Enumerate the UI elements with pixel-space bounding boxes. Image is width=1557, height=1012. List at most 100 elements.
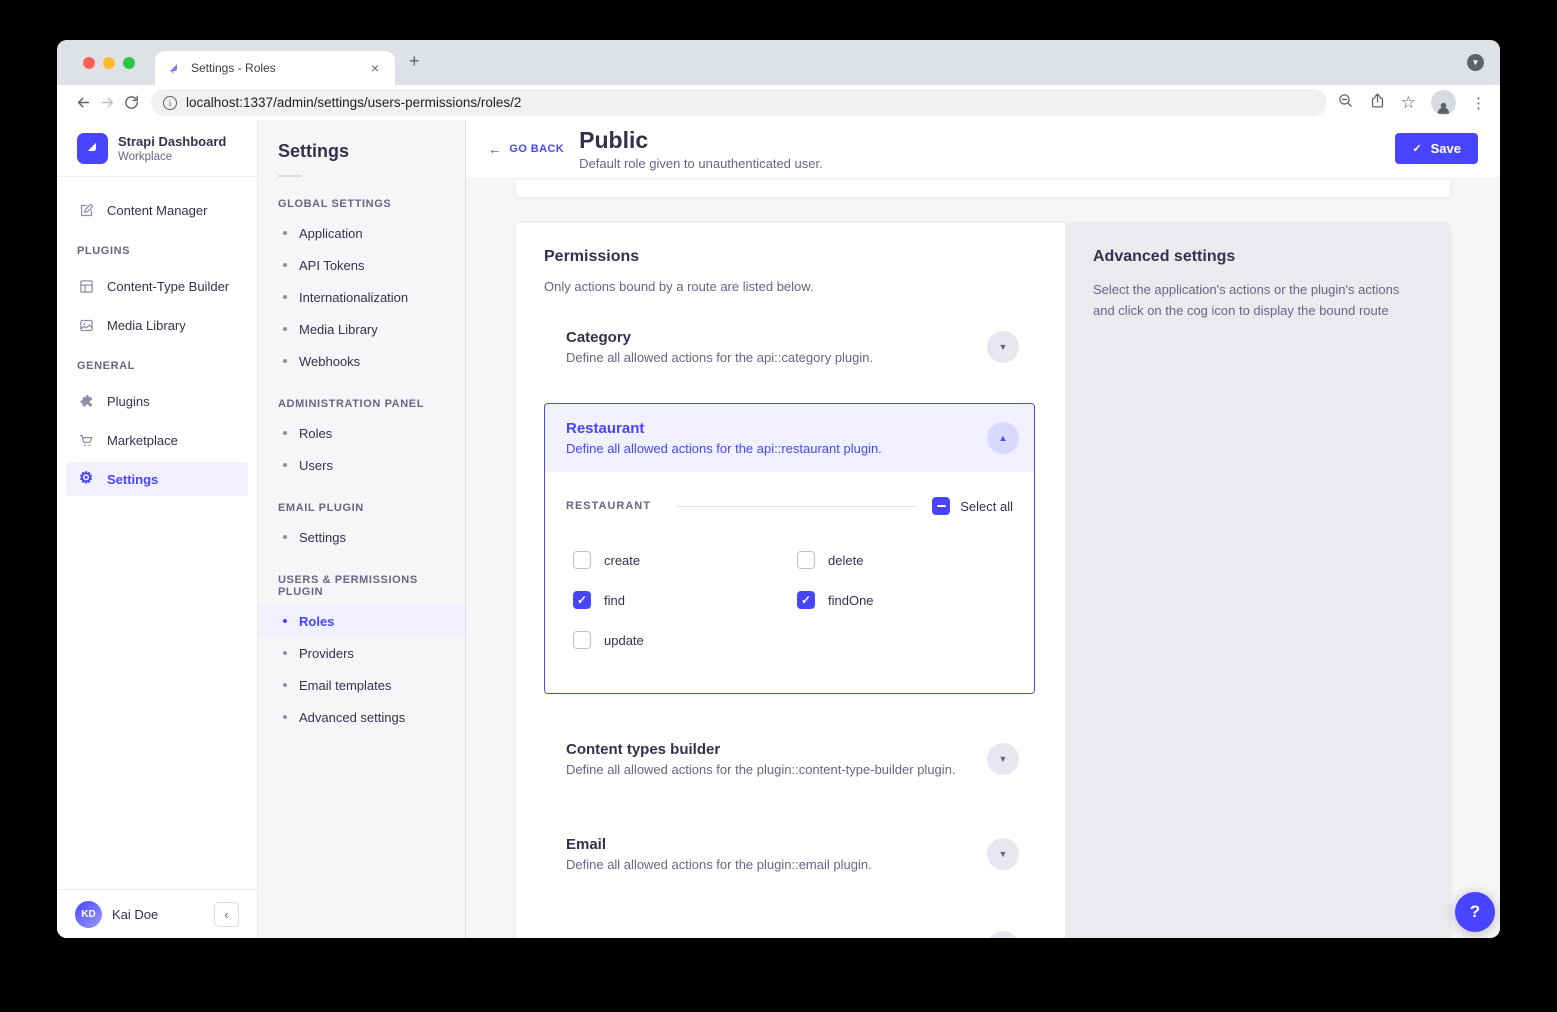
browser-toolbar: i localhost:1337/admin/settings/users-pe… [57,85,1500,120]
sidebar-item-admin-users[interactable]: Users [258,449,465,481]
chevron-down-icon[interactable]: ▼ [987,931,1019,938]
accordion-restaurant-header[interactable]: Restaurant Define all allowed actions fo… [545,404,1034,472]
sidebar-item-application[interactable]: Application [258,217,465,249]
save-button-label: Save [1431,141,1461,156]
user-name: Kai Doe [112,907,204,922]
workspace-switcher[interactable]: Strapi Dashboard Workplace [57,120,257,177]
sidebar-item-content-manager[interactable]: Content Manager [57,193,257,227]
sidebar-item-label: Content-Type Builder [107,279,229,294]
sidebar-section-general: GENERAL [57,360,257,372]
advanced-settings-description: Select the application's actions or the … [1093,280,1422,322]
tab-close-icon[interactable]: × [367,59,383,77]
subnav-item-label: API Tokens [299,258,365,273]
select-all-label: Select all [960,499,1013,514]
permission-update: update [573,631,797,649]
address-bar[interactable]: i localhost:1337/admin/settings/users-pe… [151,89,1327,116]
update-checkbox[interactable] [573,631,591,649]
sidebar-item-email-templates[interactable]: Email templates [258,669,465,701]
forward-icon[interactable] [95,94,119,111]
advanced-settings-panel: Advanced settings Select the application… [1065,223,1450,938]
sidebar-item-email-settings[interactable]: Settings [258,521,465,553]
search-tabs-button[interactable]: ▼ [1467,54,1484,71]
go-back-link[interactable]: ← GO BACK [488,141,564,157]
share-icon[interactable] [1369,92,1386,114]
permissions-card: Permissions Only actions bound by a rout… [516,223,1450,938]
sidebar-item-internationalization[interactable]: Internationalization [258,281,465,313]
help-button[interactable]: ? [1455,892,1495,932]
sidebar-item-label: Content Manager [107,203,207,218]
page-header: ← GO BACK Public Default role given to u… [466,120,1500,177]
accordion-category[interactable]: Category Define all allowed actions for … [544,329,1035,365]
window-close-button[interactable] [83,57,95,69]
permissions-panel: Permissions Only actions bound by a rout… [516,223,1065,938]
avatar[interactable]: KD [75,901,102,928]
sidebar-item-up-roles[interactable]: Roles [258,605,465,637]
sidebar-item-marketplace[interactable]: Marketplace [57,423,257,457]
sidebar-item-settings[interactable]: ⚙ Settings [66,462,248,496]
toolbar-actions: ☆ ⋮ [1337,90,1486,115]
site-info-icon[interactable]: i [163,96,177,110]
create-checkbox[interactable] [573,551,591,569]
checkbox-label: findOne [828,593,874,608]
accordion-content-types-builder[interactable]: Content types builder Define all allowed… [544,741,1035,777]
collapse-sidebar-button[interactable]: ‹ [214,902,239,927]
accordion-i18n[interactable]: i18n ▼ [544,931,1035,938]
bullet-icon [283,651,287,655]
window-minimize-button[interactable] [103,57,115,69]
zoom-out-icon[interactable] [1337,92,1354,114]
save-button[interactable]: ✓ Save [1395,133,1478,164]
chevron-down-icon[interactable]: ▼ [987,331,1019,363]
main-content: ← GO BACK Public Default role given to u… [466,120,1500,938]
bullet-icon [283,463,287,467]
reload-icon[interactable] [119,94,143,111]
window-controls [83,57,135,69]
find-checkbox[interactable]: ✓ [573,591,591,609]
sidebar-item-advanced-settings[interactable]: Advanced settings [258,701,465,733]
sidebar-item-admin-roles[interactable]: Roles [258,417,465,449]
advanced-settings-title: Advanced settings [1093,248,1422,266]
layout-icon [77,277,95,295]
back-icon[interactable] [71,94,95,111]
divider [677,506,916,507]
permission-findone: ✓ findOne [797,591,1013,609]
accordion-title: Restaurant [566,420,882,437]
sidebar-item-api-tokens[interactable]: API Tokens [258,249,465,281]
chevron-down-icon[interactable]: ▼ [987,743,1019,775]
accordion-description: Define all allowed actions for the plugi… [566,762,956,777]
divider [278,175,302,177]
sidebar-item-plugins[interactable]: Plugins [57,384,257,418]
findone-checkbox[interactable]: ✓ [797,591,815,609]
workspace-subtitle: Workplace [118,151,226,163]
sidebar-item-content-type-builder[interactable]: Content-Type Builder [57,269,257,303]
sidebar-item-media-library[interactable]: Media Library [57,308,257,342]
checkbox-label: find [604,593,625,608]
bookmark-star-icon[interactable]: ☆ [1401,94,1416,111]
puzzle-icon [77,392,95,410]
sidebar-item-webhooks[interactable]: Webhooks [258,345,465,377]
permission-checkbox-grid: create delete ✓ find [566,551,1013,649]
browser-menu-icon[interactable]: ⋮ [1471,94,1486,112]
tab-strip: Settings - Roles × + ▼ [57,40,1500,85]
sidebar-item-providers[interactable]: Providers [258,637,465,669]
new-tab-button[interactable]: + [409,51,420,72]
chevron-up-icon[interactable]: ▲ [987,422,1019,454]
sidebar-item-media-library-settings[interactable]: Media Library [258,313,465,345]
tab-title: Settings - Roles [191,61,367,75]
permission-create: create [573,551,797,569]
subnav-item-label: Roles [299,614,334,629]
accordion-list: Category Define all allowed actions for … [544,329,1035,938]
accordion-email[interactable]: Email Define all allowed actions for the… [544,836,1035,872]
gear-icon: ⚙ [77,470,95,488]
subnav-item-label: Roles [299,426,332,441]
window-zoom-button[interactable] [123,57,135,69]
page-subtitle: Default role given to unauthenticated us… [579,156,823,171]
subnav-item-label: Media Library [299,322,378,337]
chevron-down-icon[interactable]: ▼ [987,838,1019,870]
delete-checkbox[interactable] [797,551,815,569]
subnav-item-label: Internationalization [299,290,408,305]
browser-tab[interactable]: Settings - Roles × [155,51,395,85]
browser-profile-avatar[interactable] [1431,90,1456,115]
checkbox-label: delete [828,553,863,568]
select-all-checkbox[interactable] [932,497,950,515]
image-icon [77,316,95,334]
